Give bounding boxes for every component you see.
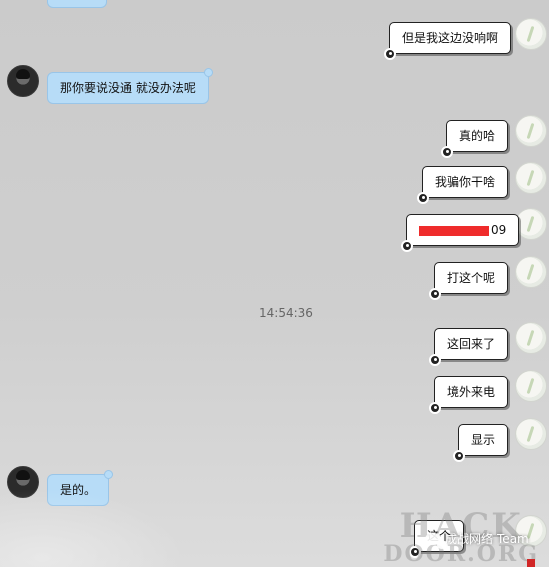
bubble-decoration-icon: [429, 402, 441, 415]
message-bubble-incoming[interactable]: 是的。: [47, 470, 114, 507]
message-text: 09: [491, 223, 507, 237]
avatar-self[interactable]: [515, 370, 547, 402]
chat-window: 但是我这边没响啊 那你要说没通 就没办法呢 真的哈 我骗你干啥 09 打这个呢 …: [0, 0, 549, 567]
bubble-ear-icon: [203, 68, 213, 77]
source-tag: 成战网络 Team: [425, 530, 529, 549]
message-text: 是的。: [60, 483, 97, 497]
message-text: 真的哈: [459, 129, 496, 143]
message-bubble-outgoing[interactable]: 这回来了: [429, 328, 509, 367]
message-text: 但是我这边没响啊: [402, 31, 499, 45]
avatar-self[interactable]: [515, 115, 547, 147]
message-bubble-outgoing[interactable]: 09: [401, 214, 520, 253]
message-text: 打这个呢: [447, 271, 496, 285]
avatar-contact[interactable]: [7, 466, 39, 498]
message-bubble-outgoing[interactable]: 显示: [453, 424, 509, 463]
message-text: 境外来电: [447, 385, 496, 399]
message-bubble-outgoing[interactable]: 打这个呢: [429, 262, 509, 301]
bubble-decoration-icon: [401, 240, 413, 253]
bubble-decoration-icon: [441, 146, 453, 159]
avatar-self[interactable]: [515, 418, 547, 450]
corner-marker: [527, 559, 535, 567]
wechat-icon: [425, 532, 447, 549]
bubble-decoration-icon: [453, 450, 465, 463]
source-tag-label: Team: [497, 531, 529, 546]
message-text: 那你要说没通 就没办法呢: [60, 81, 196, 95]
avatar-self[interactable]: [515, 162, 547, 194]
message-bubble-incoming[interactable]: 那你要说没通 就没办法呢: [47, 68, 213, 105]
avatar-self[interactable]: [515, 18, 547, 50]
message-bubble-outgoing[interactable]: 真的哈: [441, 120, 509, 159]
avatar-self[interactable]: [515, 322, 547, 354]
avatar-self[interactable]: [515, 208, 547, 240]
message-text: 显示: [471, 433, 496, 447]
message-bubble-outgoing[interactable]: 境外来电: [429, 376, 509, 415]
avatar-contact[interactable]: [7, 65, 39, 97]
message-bubble-partial: [47, 0, 107, 8]
message-text: 这回来了: [447, 337, 496, 351]
bubble-decoration-icon: [429, 354, 441, 367]
message-text: 我骗你干啥: [435, 175, 496, 189]
avatar-self[interactable]: [515, 256, 547, 288]
message-timestamp: 14:54:36: [259, 306, 313, 320]
bubble-decoration-icon: [417, 192, 429, 205]
message-bubble-outgoing[interactable]: 我骗你干啥: [417, 166, 509, 205]
redaction-bar: [419, 225, 489, 236]
source-tag-prefix: 成战网络: [445, 532, 494, 546]
message-bubble-outgoing[interactable]: 但是我这边没响啊: [384, 22, 512, 61]
bubble-decoration-icon: [429, 288, 441, 301]
bubble-ear-icon: [104, 470, 114, 479]
bubble-decoration-icon: [384, 48, 396, 61]
